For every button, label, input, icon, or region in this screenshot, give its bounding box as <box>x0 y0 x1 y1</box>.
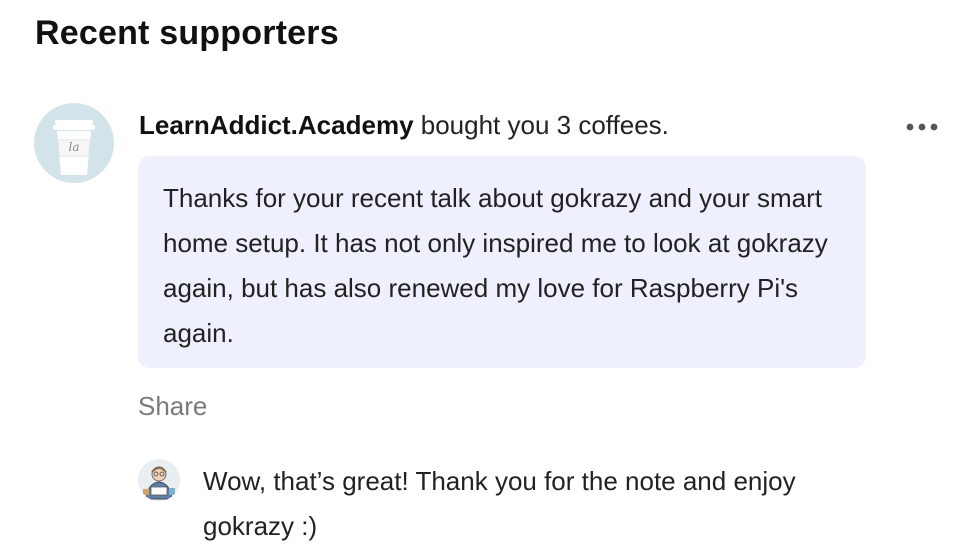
coffee-cup-icon: la <box>53 120 95 175</box>
avatar-initials: la <box>69 140 80 154</box>
section-title: Recent supporters <box>35 14 339 52</box>
creator-reply: Wow, that’s great! Thank you for the not… <box>203 466 796 541</box>
supporter-name[interactable]: LearnAddict.Academy <box>139 110 414 140</box>
supporter-message: Thanks for your recent talk about gokraz… <box>138 156 866 368</box>
supporter-action: bought you 3 coffees. <box>413 110 669 140</box>
share-button[interactable]: Share <box>138 391 207 422</box>
supporter-avatar[interactable]: la <box>34 103 114 183</box>
creator-avatar-icon <box>138 459 180 501</box>
creator-avatar <box>138 459 180 501</box>
supporter-headline: LearnAddict.Academy bought you 3 coffees… <box>139 110 669 141</box>
more-options-button[interactable] <box>902 116 942 138</box>
more-horizontal-icon <box>906 123 938 131</box>
